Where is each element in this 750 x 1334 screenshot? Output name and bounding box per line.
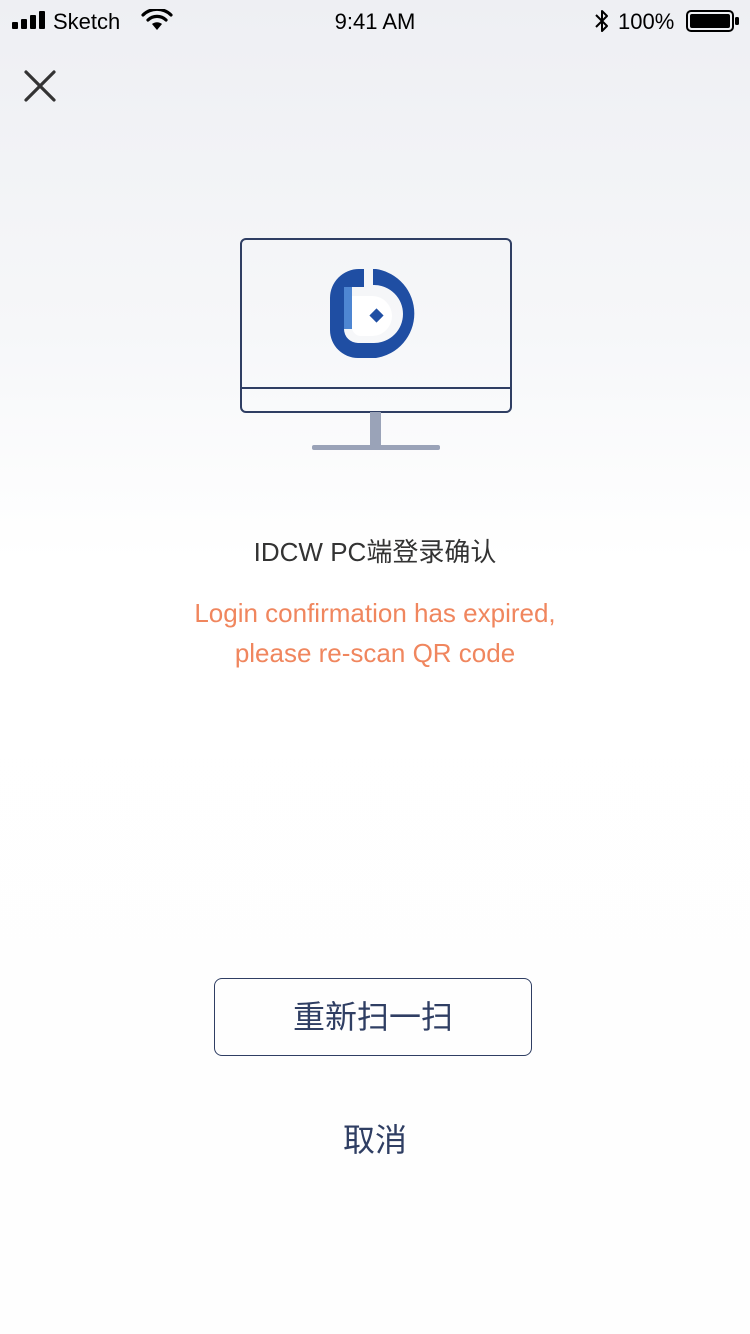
expired-message-line-2: please re-scan QR code: [234, 638, 516, 668]
expired-message-line-1: Login confirmation has expired,: [194, 598, 556, 628]
close-button[interactable]: [18, 64, 62, 108]
battery-icon: [686, 10, 739, 32]
cancel-button[interactable]: 取消: [275, 1112, 475, 1168]
battery-percentage: 100%: [618, 9, 675, 34]
bluetooth-icon: [595, 10, 608, 32]
page-title: IDCW PC端登录确认: [253, 537, 497, 567]
status-bar: Sketch 9:41 AM 100%: [0, 0, 750, 40]
rescan-button[interactable]: 重新扫一扫: [214, 978, 532, 1056]
monitor-illustration: [240, 238, 512, 450]
close-icon: [24, 70, 56, 102]
idcw-logo-icon: [330, 269, 415, 358]
expired-message: Login confirmation has expired, please r…: [0, 593, 750, 673]
